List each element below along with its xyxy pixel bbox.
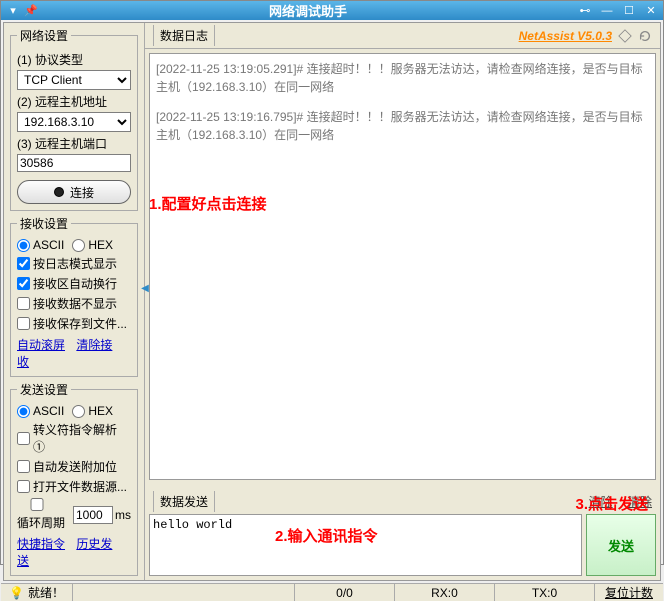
sidebar: 网络设置 (1) 协议类型 TCP Client (2) 远程主机地址 192.… xyxy=(4,23,144,580)
status-tx: TX:0 xyxy=(494,584,594,601)
log-header-label: 数据日志 xyxy=(153,25,215,46)
send-clear-1[interactable]: 清除 xyxy=(589,495,613,509)
log-area[interactable]: [2022-11-25 13:19:05.291]# 连接超时！！！服务器无法访… xyxy=(149,53,656,480)
cycle-unit: ms xyxy=(115,508,131,522)
recv-radio-ascii[interactable]: ASCII xyxy=(17,238,64,252)
send-input[interactable] xyxy=(149,514,582,576)
diamond-icon[interactable] xyxy=(618,29,632,43)
status-rx: RX:0 xyxy=(394,584,494,601)
recv-check-hidedata[interactable]: 接收数据不显示 xyxy=(17,295,131,312)
host-select[interactable]: 192.168.3.10 xyxy=(17,112,131,132)
main-area: ◀ 数据日志 NetAssist V5.0.3 [2022-11-25 13:1… xyxy=(144,23,660,580)
send-check-openfile[interactable]: 打开文件数据源... xyxy=(17,478,131,495)
window-title: 网络调试助手 xyxy=(39,1,577,20)
send-radio-hex[interactable]: HEX xyxy=(72,404,113,418)
reload-icon[interactable] xyxy=(638,29,652,43)
send-header-label: 数据发送 xyxy=(153,491,215,512)
sys-menu-icon[interactable]: ▾ xyxy=(5,4,21,18)
protocol-label: (1) 协议类型 xyxy=(17,51,131,68)
port-input[interactable] xyxy=(17,154,131,172)
connect-label: 连接 xyxy=(70,184,94,201)
network-settings-panel: 网络设置 (1) 协议类型 TCP Client (2) 远程主机地址 192.… xyxy=(10,27,138,211)
recv-check-autowrap[interactable]: 接收区自动换行 xyxy=(17,275,131,292)
status-count: 0/0 xyxy=(294,584,394,601)
recv-check-logmode[interactable]: 按日志模式显示 xyxy=(17,255,131,272)
send-legend: 发送设置 xyxy=(17,381,71,398)
status-reset[interactable]: 复位计数 xyxy=(594,584,663,601)
titlebar: ▾ 📌 网络调试助手 ⊷ — ☐ ✕ xyxy=(1,1,663,20)
send-link-quickcmd[interactable]: 快捷指令 xyxy=(17,537,65,551)
brand-label[interactable]: NetAssist V5.0.3 xyxy=(519,29,612,43)
maximize-button[interactable]: ☐ xyxy=(621,4,637,18)
statusbar: 💡 就绪！ 0/0 RX:0 TX:0 复位计数 xyxy=(1,583,663,601)
protocol-select[interactable]: TCP Client xyxy=(17,70,131,90)
status-ready-text: 就绪！ xyxy=(28,584,64,601)
recv-legend: 接收设置 xyxy=(17,215,71,232)
connect-button[interactable]: 连接 xyxy=(17,180,131,204)
log-header: 数据日志 NetAssist V5.0.3 xyxy=(145,23,660,49)
dock-icon[interactable]: ⊷ xyxy=(577,4,593,18)
close-button[interactable]: ✕ xyxy=(643,4,659,18)
recv-link-autoscroll[interactable]: 自动滚屏 xyxy=(17,338,65,352)
send-settings-panel: 发送设置 ASCII HEX 转义符指令解析 ① 自动发送附加位 打开文件数据源… xyxy=(10,381,138,576)
send-radio-ascii[interactable]: ASCII xyxy=(17,404,64,418)
send-check-cycle[interactable]: 循环周期 xyxy=(17,498,71,531)
recv-check-savefile[interactable]: 接收保存到文件... xyxy=(17,315,131,332)
port-label: (3) 远程主机端口 xyxy=(17,135,131,152)
network-legend: 网络设置 xyxy=(17,27,71,44)
send-section: 数据发送 清除 清除 发送 xyxy=(145,490,660,580)
pin-icon[interactable]: 📌 xyxy=(23,4,39,18)
cycle-input[interactable] xyxy=(73,506,113,524)
connect-status-dot xyxy=(54,187,64,197)
recv-settings-panel: 接收设置 ASCII HEX 按日志模式显示 接收区自动换行 接收数据不显示 接… xyxy=(10,215,138,377)
minimize-button[interactable]: — xyxy=(599,4,615,18)
send-check-autoappend[interactable]: 自动发送附加位 xyxy=(17,458,131,475)
log-entry: [2022-11-25 13:19:05.291]# 连接超时！！！服务器无法访… xyxy=(156,60,649,96)
send-clear-2[interactable]: 清除 xyxy=(628,495,652,509)
host-label: (2) 远程主机地址 xyxy=(17,93,131,110)
bulb-icon: 💡 xyxy=(9,586,24,600)
send-check-escape[interactable]: 转义符指令解析 ① xyxy=(17,421,131,455)
send-button[interactable]: 发送 xyxy=(586,514,656,576)
recv-radio-hex[interactable]: HEX xyxy=(72,238,113,252)
log-entry: [2022-11-25 13:19:16.795]# 连接超时！！！服务器无法访… xyxy=(156,108,649,144)
